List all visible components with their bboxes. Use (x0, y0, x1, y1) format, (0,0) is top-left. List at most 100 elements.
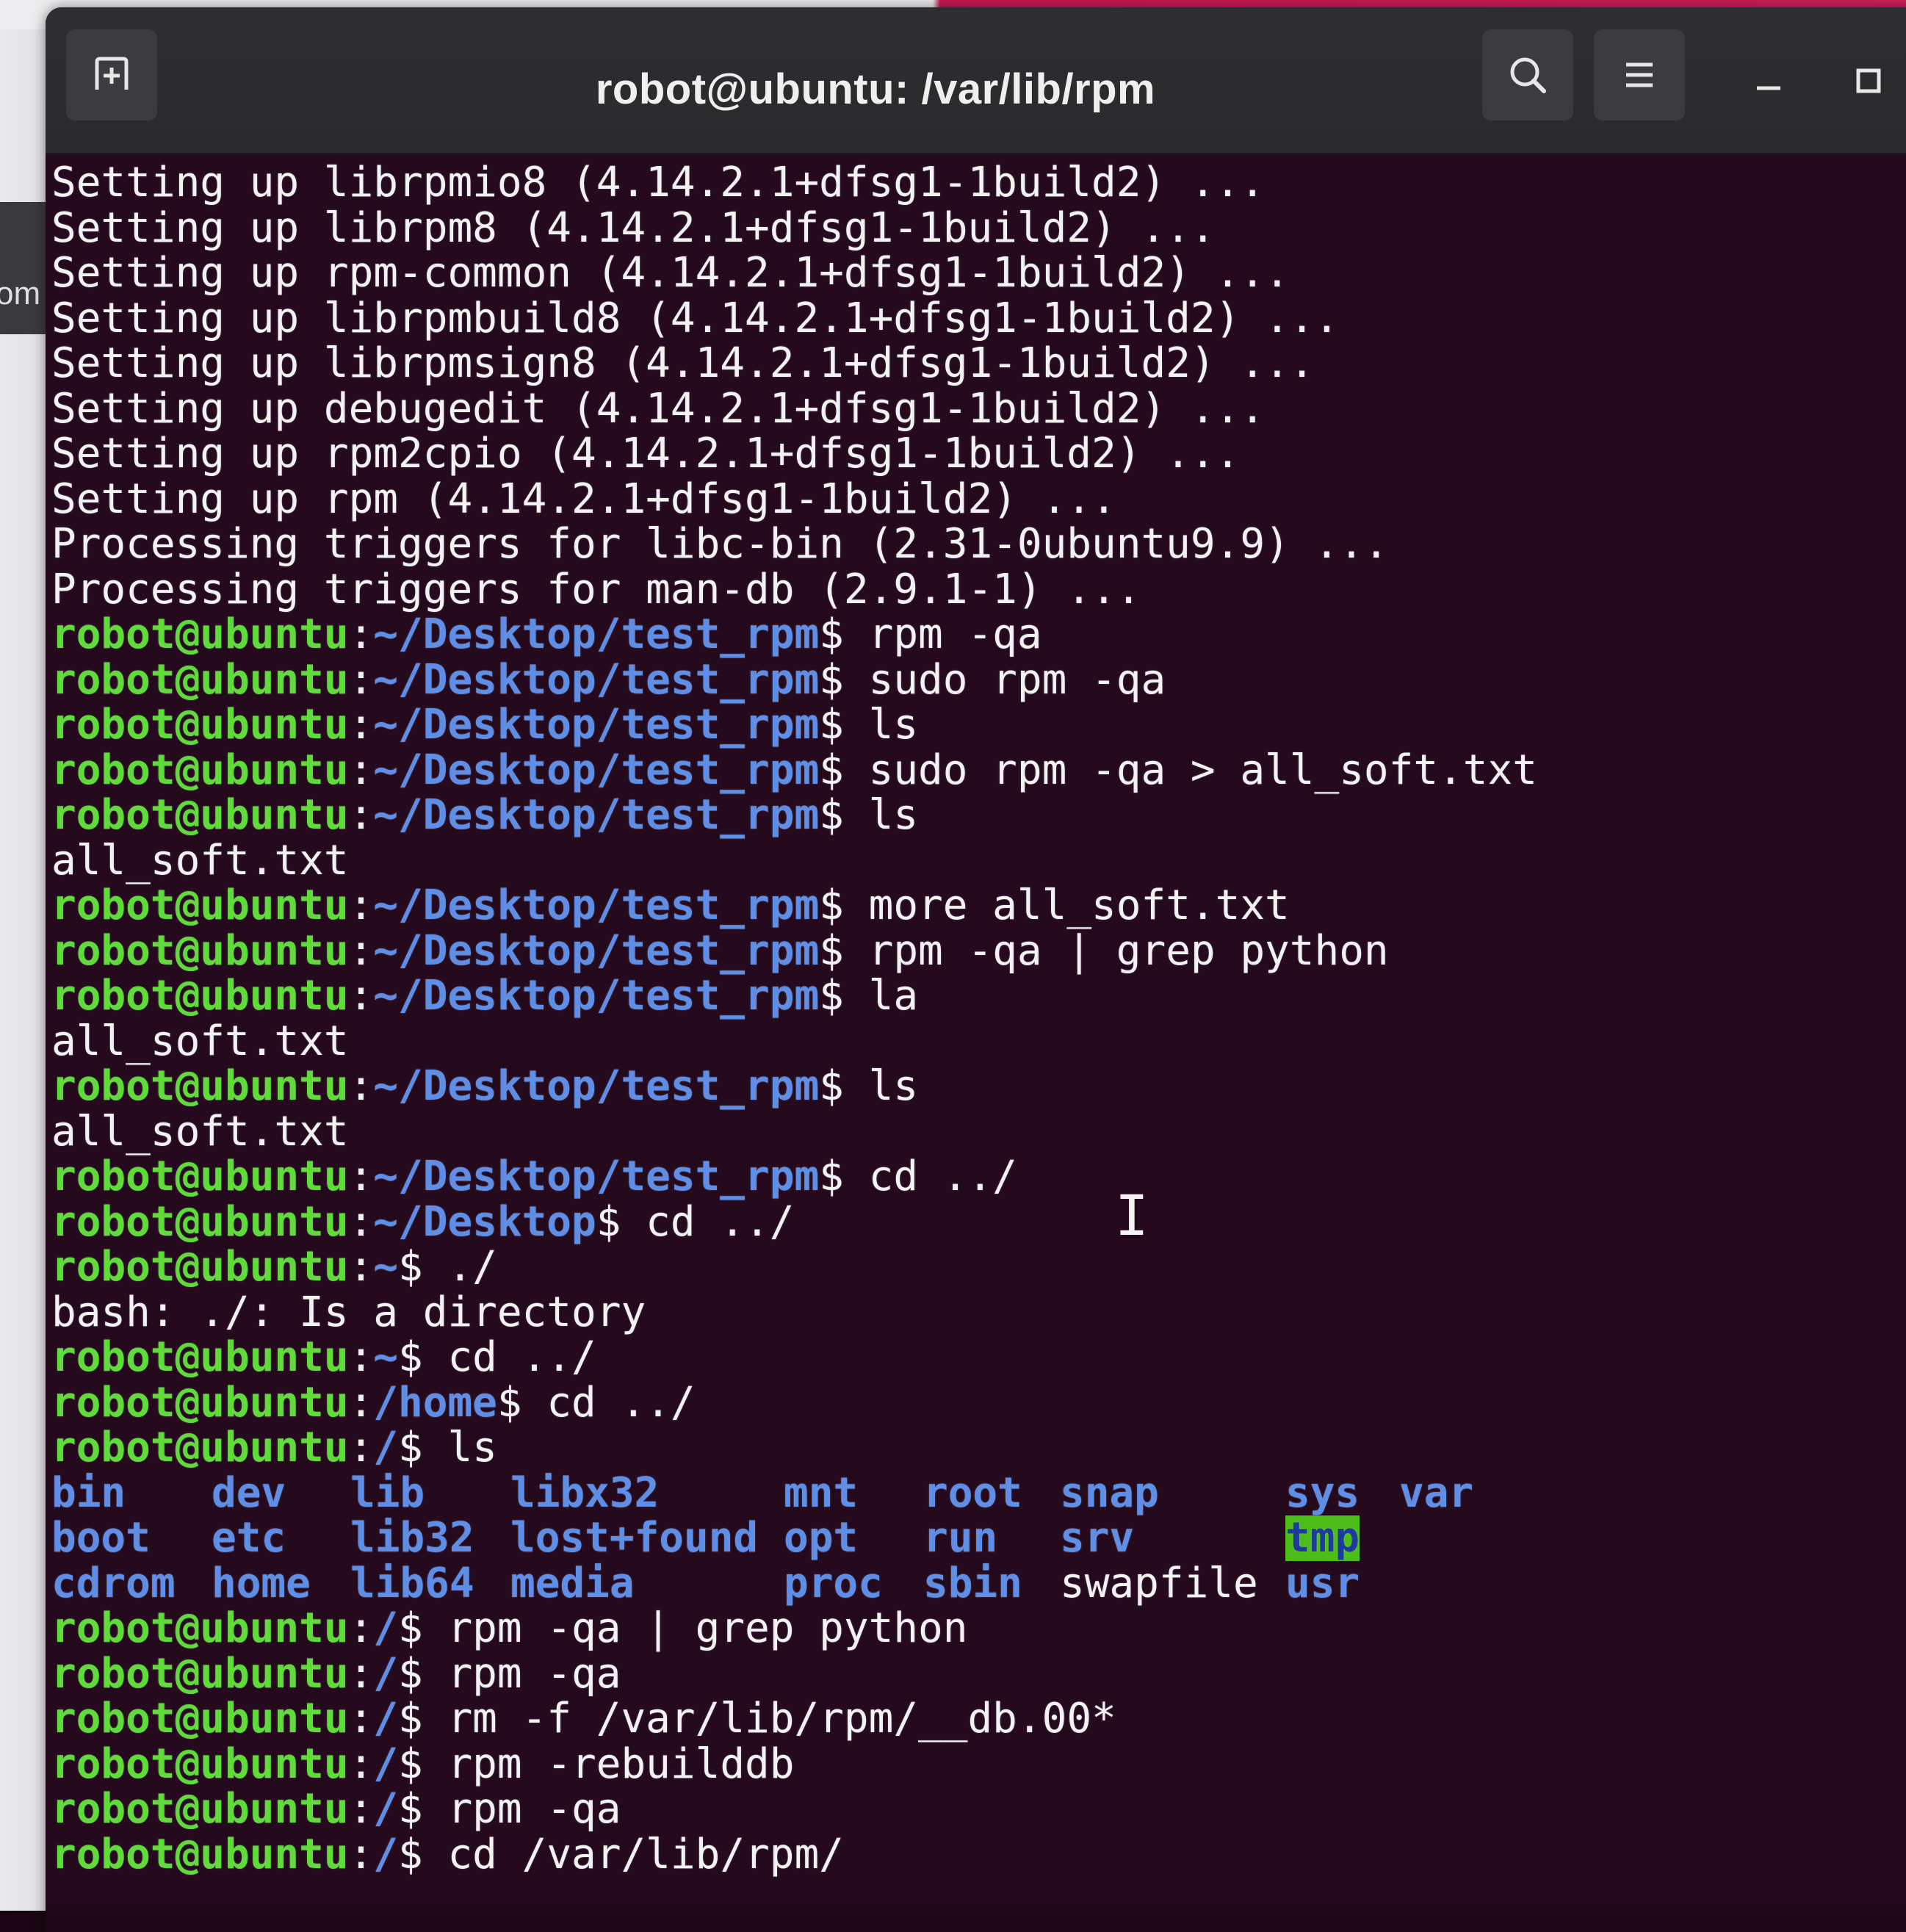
prompt-colon: : (348, 1649, 374, 1698)
prompt-command: rm -f /var/lib/rpm/__db.00* (447, 1695, 1116, 1742)
prompt-path: ~/Desktop (373, 1197, 596, 1246)
minimize-icon (1757, 86, 1780, 90)
terminal-output-line: Setting up debugedit (4.14.2.1+dfsg1-1bu… (51, 384, 1266, 433)
maximize-button[interactable] (1847, 59, 1891, 103)
prompt-path: ~/Desktop/test_rpm (373, 701, 820, 749)
prompt-dollar: $ (819, 926, 869, 975)
ls-entry: libx32 (510, 1468, 660, 1517)
prompt-user-host: robot@ubuntu (51, 1153, 349, 1200)
prompt-dollar: $ (596, 1197, 646, 1246)
terminal-prompt-line: robot@ubuntu:~/Desktop/test_rpm$ rpm -qa (51, 612, 1906, 657)
prompt-colon: : (348, 1424, 374, 1471)
prompt-command: sudo rpm -qa (868, 655, 1166, 704)
prompt-path: ~/Desktop/test_rpm (373, 1153, 820, 1200)
terminal-output-line: all_soft.txt (51, 1017, 349, 1065)
prompt-dollar: $ (398, 1830, 448, 1878)
prompt-command: rpm -qa (868, 610, 1042, 658)
ls-entry: media (510, 1559, 635, 1607)
prompt-path: ~/Desktop/test_rpm (373, 610, 820, 658)
terminal-output-line: Processing triggers for libc-bin (2.31-0… (51, 520, 1389, 568)
prompt-colon: : (348, 1378, 374, 1427)
prompt-path: /home (373, 1378, 497, 1427)
search-button[interactable] (1482, 29, 1573, 120)
prompt-command: ls (868, 791, 919, 839)
ls-entry: snap (1060, 1468, 1159, 1517)
prompt-command: cd ../ (546, 1378, 696, 1427)
minimize-button[interactable] (1747, 59, 1791, 103)
prompt-colon: : (348, 1062, 374, 1110)
prompt-path: ~ (373, 1333, 399, 1381)
prompt-user-host: robot@ubuntu (51, 1785, 349, 1833)
prompt-user-host: robot@ubuntu (51, 1424, 349, 1471)
terminal-prompt-line: robot@ubuntu:~/Desktop/test_rpm$ rpm -qa… (51, 926, 1906, 975)
prompt-path: ~/Desktop/test_rpm (373, 926, 820, 975)
terminal-prompt-line: robot@ubuntu:/home$ cd ../ (51, 1380, 1906, 1426)
ls-entry: mnt (784, 1468, 859, 1517)
prompt-colon: : (348, 1243, 374, 1291)
header-bar: robot@ubuntu: /var/lib/rpm (46, 7, 1906, 154)
prompt-path: / (373, 1740, 399, 1788)
prompt-path: / (373, 1604, 399, 1652)
terminal-prompt-line: robot@ubuntu:/$ rpm -rebuilddb (51, 1740, 1906, 1788)
prompt-path: / (373, 1649, 399, 1698)
ls-entry: cdrom (51, 1559, 176, 1607)
prompt-colon: : (348, 791, 374, 839)
ls-entry: lib (350, 1468, 425, 1517)
prompt-dollar: $ (398, 1785, 448, 1833)
ls-entry: bin (51, 1468, 126, 1517)
terminal-prompt-line: robot@ubuntu:/$ ls (51, 1425, 1906, 1471)
terminal-prompt-line: robot@ubuntu:/$ rpm -qa (51, 1651, 1906, 1697)
prompt-dollar: $ (398, 1649, 448, 1698)
prompt-path: ~/Desktop/test_rpm (373, 655, 820, 704)
prompt-colon: : (348, 1333, 374, 1381)
terminal-prompt-line: robot@ubuntu:~/Desktop$ cd ../ (51, 1197, 1906, 1246)
prompt-user-host: robot@ubuntu (51, 655, 349, 704)
terminal-prompt-line: robot@ubuntu:/$ rpm -qa (51, 1787, 1906, 1832)
terminal-output[interactable]: Setting up librpmio8 (4.14.2.1+dfsg1-1bu… (51, 160, 1906, 1877)
terminal-prompt-line: robot@ubuntu:/$ rm -f /var/lib/rpm/__db.… (51, 1696, 1906, 1742)
terminal-prompt-line: robot@ubuntu:~$ cd ../ (51, 1335, 1906, 1380)
prompt-colon: : (348, 1785, 374, 1833)
prompt-command: rpm -qa | grep python (868, 926, 1389, 975)
menu-button[interactable] (1594, 29, 1685, 120)
prompt-path: / (373, 1695, 399, 1742)
prompt-command: cd /var/lib/rpm/ (447, 1830, 844, 1878)
prompt-user-host: robot@ubuntu (51, 1740, 349, 1788)
ls-output-row: cdrom home lib64 media proc sbin swapfile usr (51, 1559, 1906, 1607)
prompt-path: ~/Desktop/test_rpm (373, 972, 820, 1020)
terminal-prompt-line: robot@ubuntu:~/Desktop/test_rpm$ ls (51, 793, 1906, 838)
ls-entry: boot (51, 1514, 151, 1562)
prompt-colon: : (348, 1740, 374, 1788)
prompt-user-host: robot@ubuntu (51, 610, 349, 658)
prompt-colon: : (348, 1197, 374, 1246)
ls-entry: opt (784, 1514, 859, 1562)
prompt-command: la (868, 972, 919, 1020)
ls-entry: root (923, 1468, 1022, 1517)
prompt-colon: : (348, 746, 374, 794)
ls-entry: tmp (1285, 1514, 1360, 1562)
prompt-user-host: robot@ubuntu (51, 1695, 349, 1742)
prompt-dollar: $ (398, 1604, 448, 1652)
hamburger-menu-icon (1626, 62, 1653, 87)
ls-entry: sys (1285, 1468, 1360, 1517)
prompt-dollar: $ (398, 1333, 448, 1381)
terminal-output-line: Setting up rpm-common (4.14.2.1+dfsg1-1b… (51, 249, 1290, 297)
prompt-command: cd ../ (646, 1197, 795, 1246)
text-cursor-icon: I (1115, 1183, 1149, 1248)
ls-output-row: boot etc lib32 lost+found opt run srv tmp (51, 1515, 1906, 1561)
prompt-command: cd ../ (868, 1153, 1017, 1200)
terminal-prompt-line: robot@ubuntu:/$ cd /var/lib/rpm/ (51, 1830, 1906, 1878)
ls-entry: run (923, 1514, 998, 1562)
prompt-user-host: robot@ubuntu (51, 926, 349, 975)
prompt-path: / (373, 1830, 399, 1878)
background-window-text: om (0, 275, 41, 311)
prompt-dollar: $ (497, 1378, 547, 1427)
ls-entry: lib64 (350, 1559, 474, 1607)
ls-entry: proc (784, 1559, 883, 1607)
prompt-path: / (373, 1785, 399, 1833)
terminal-output-line: Setting up librpmio8 (4.14.2.1+dfsg1-1bu… (51, 159, 1266, 206)
ls-entry: usr (1285, 1559, 1360, 1607)
prompt-path: / (373, 1424, 399, 1471)
prompt-user-host: robot@ubuntu (51, 1062, 349, 1110)
prompt-command: ls (868, 1062, 919, 1110)
